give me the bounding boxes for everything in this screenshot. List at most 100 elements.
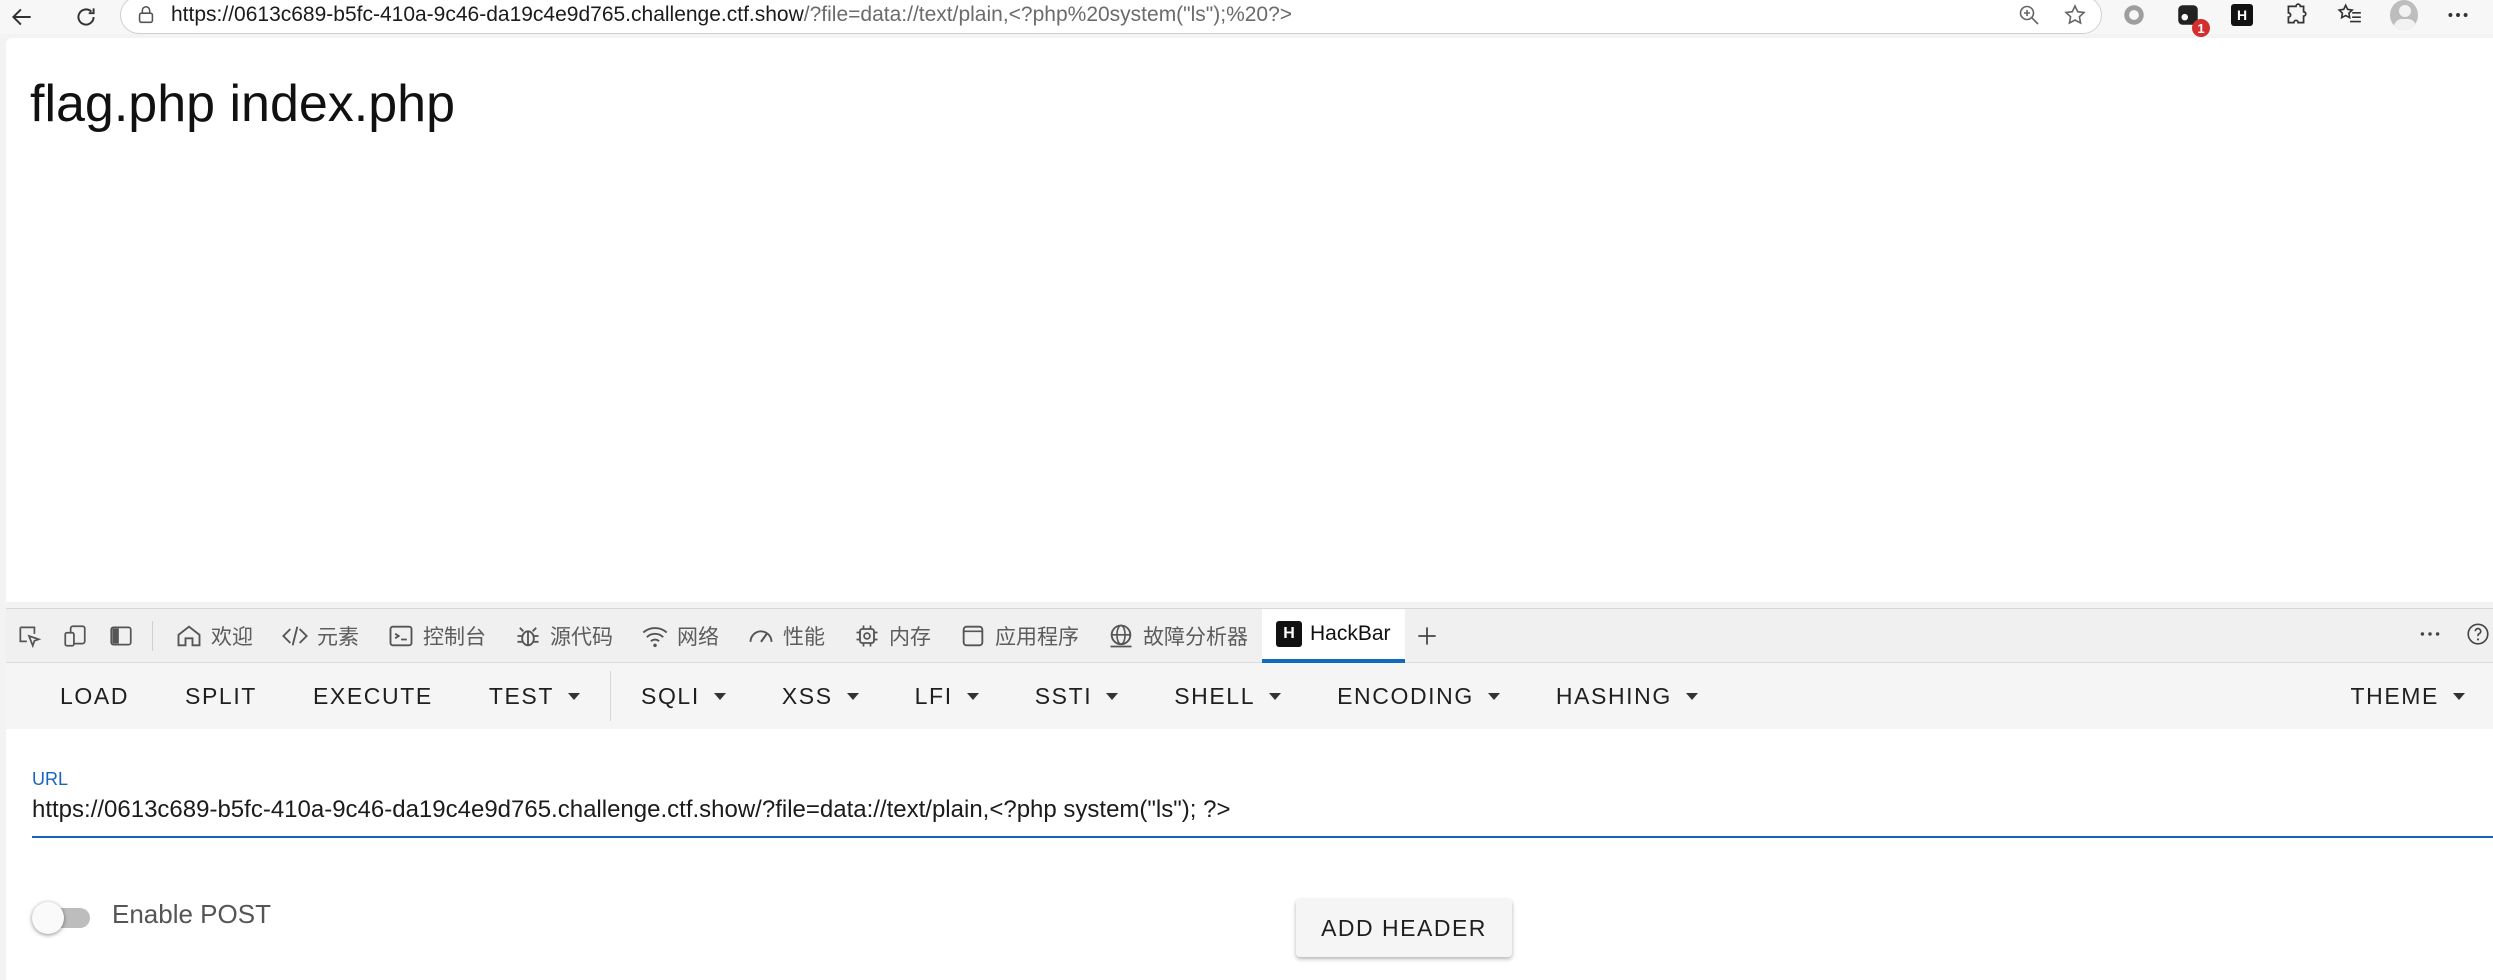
back-button[interactable] (0, 0, 44, 34)
tab-label: 欢迎 (211, 625, 253, 649)
tab-network[interactable]: 网络 (627, 609, 733, 663)
notification-badge: 1 (2192, 19, 2210, 37)
favorites-button[interactable] (2336, 1, 2364, 29)
circle-extension-icon (2124, 5, 2144, 25)
tab-label: 网络 (677, 625, 719, 649)
caret-down-icon (1269, 692, 1282, 700)
page-output-text: flag.php index.php (30, 75, 456, 133)
tab-hackbar[interactable]: H HackBar (1262, 608, 1405, 663)
test-dropdown[interactable]: TEST (461, 663, 608, 729)
hackbar-extension-button[interactable]: H (2228, 1, 2256, 29)
tab-issues[interactable]: 故障分析器 (1093, 609, 1262, 663)
shell-label: SHELL (1174, 682, 1256, 709)
page-viewport: flag.php index.php (6, 38, 2493, 602)
refresh-button[interactable] (64, 0, 108, 34)
avatar (2390, 0, 2418, 30)
sidebar-icon (110, 625, 132, 646)
toggle-knob (32, 901, 64, 934)
caret-down-icon (713, 692, 726, 700)
plus-icon (1417, 626, 1436, 645)
device-emulation-button[interactable] (52, 609, 98, 663)
toolbar-divider (152, 620, 153, 651)
devtools-panel: 欢迎 元素 控制台 源代码 网络 性能 内存 应用程序 故障分析器 H Hack… (6, 608, 2493, 980)
browser-toolbar: https://0613c689-b5fc-410a-9c46-da19c4e9… (0, 0, 2493, 37)
url-host: https://0613c689-b5fc-410a-9c46-da19c4e9… (171, 3, 804, 26)
caret-down-icon (568, 692, 580, 700)
url-field[interactable]: URL https://0613c689-b5fc-410a-9c46-da19… (32, 769, 2493, 838)
extension-circle-button[interactable] (2120, 1, 2148, 29)
caret-down-icon (1106, 692, 1119, 700)
arrow-left-icon (11, 8, 31, 26)
bug-icon (517, 626, 539, 646)
device-icon (64, 624, 86, 647)
encoding-dropdown[interactable]: ENCODING (1309, 663, 1528, 729)
console-icon (389, 625, 413, 646)
chip-icon (856, 625, 878, 646)
execute-button[interactable]: EXECUTE (285, 663, 461, 729)
caret-down-icon (1685, 692, 1698, 700)
enable-post-row: Enable POST (32, 899, 271, 934)
tab-memory[interactable]: 内存 (839, 609, 945, 663)
sqli-label: SQLI (641, 682, 700, 709)
add-header-button[interactable]: ADD HEADER (1296, 899, 1512, 957)
more-tools-button[interactable] (2417, 621, 2443, 652)
more-horizontal-icon (2420, 631, 2440, 636)
lfi-dropdown[interactable]: LFI (887, 663, 1007, 729)
enable-post-label: Enable POST (112, 899, 271, 929)
wifi-icon (642, 626, 668, 647)
dock-side-button[interactable] (98, 609, 144, 663)
tab-performance[interactable]: 性能 (733, 609, 839, 663)
tab-label: HackBar (1310, 621, 1391, 645)
split-button[interactable]: SPLIT (157, 663, 285, 729)
hackbar-extension-icon: H (2231, 4, 2253, 26)
address-url[interactable]: https://0613c689-b5fc-410a-9c46-da19c4e9… (171, 3, 1292, 27)
address-bar[interactable]: https://0613c689-b5fc-410a-9c46-da19c4e9… (120, 0, 2102, 34)
url-input[interactable]: https://0613c689-b5fc-410a-9c46-da19c4e9… (32, 796, 2493, 838)
tab-label: 元素 (317, 625, 359, 649)
shell-dropdown[interactable]: SHELL (1146, 663, 1309, 729)
enable-post-toggle[interactable] (32, 901, 96, 934)
favorites-list-icon (2337, 3, 2361, 23)
extensions-button[interactable] (2282, 1, 2310, 29)
tab-welcome[interactable]: 欢迎 (161, 609, 267, 663)
lfi-label: LFI (914, 682, 953, 709)
add-header-label: ADD HEADER (1321, 914, 1487, 941)
inspect-element-button[interactable] (6, 609, 52, 663)
tab-elements[interactable]: 元素 (267, 609, 373, 663)
test-label: TEST (488, 682, 554, 709)
theme-label: THEME (2350, 682, 2439, 709)
theme-dropdown[interactable]: THEME (2323, 663, 2493, 729)
xss-label: XSS (781, 682, 833, 709)
tab-application[interactable]: 应用程序 (945, 609, 1093, 663)
add-tab-button[interactable] (1405, 609, 1449, 663)
load-label: LOAD (60, 682, 130, 709)
ssti-dropdown[interactable]: SSTI (1007, 663, 1147, 729)
caret-down-icon (2453, 692, 2465, 700)
profile-button[interactable] (2390, 0, 2418, 30)
lock-icon[interactable] (135, 4, 157, 26)
puzzle-icon (2287, 3, 2307, 24)
settings-more-button[interactable] (2444, 1, 2472, 29)
help-button[interactable] (2465, 621, 2491, 652)
window-icon (962, 625, 984, 646)
extension-badge-button[interactable]: 1 (2174, 1, 2210, 37)
hashing-dropdown[interactable]: HASHING (1528, 663, 1726, 729)
menu-divider (610, 671, 611, 721)
ssti-label: SSTI (1034, 682, 1093, 709)
devtools-tab-bar: 欢迎 元素 控制台 源代码 网络 性能 内存 应用程序 故障分析器 H Hack… (6, 608, 2493, 663)
inspect-icon (19, 625, 42, 648)
sqli-dropdown[interactable]: SQLI (613, 663, 754, 729)
tab-sources[interactable]: 源代码 (500, 609, 627, 663)
xss-dropdown[interactable]: XSS (754, 663, 887, 729)
tab-console[interactable]: 控制台 (373, 609, 500, 663)
favorite-star-icon[interactable] (2063, 3, 2087, 27)
tab-label: 源代码 (550, 625, 613, 649)
home-icon (177, 624, 201, 646)
tab-label: 性能 (783, 625, 825, 649)
hackbar-logo-icon: H (1276, 620, 1302, 647)
load-button[interactable]: LOAD (32, 663, 157, 729)
zoom-icon[interactable] (2017, 3, 2041, 27)
tab-label: 应用程序 (995, 625, 1079, 649)
tab-label: 控制台 (423, 625, 486, 649)
caret-down-icon (846, 692, 859, 700)
